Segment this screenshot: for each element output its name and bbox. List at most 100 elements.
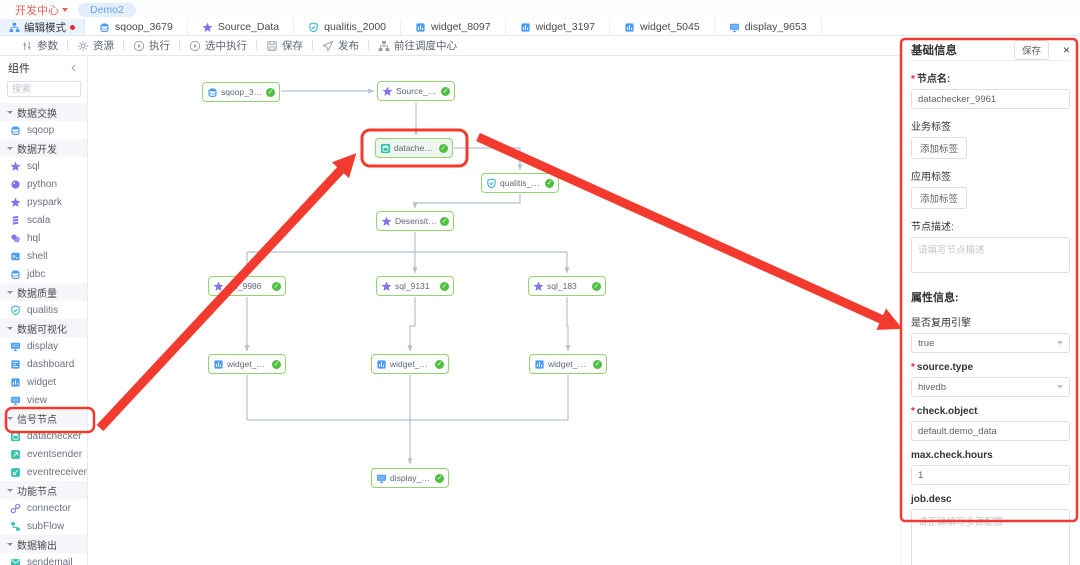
field-select[interactable]: true [911,333,1070,353]
field-check.object: *check.object [911,406,1070,441]
toolbar-play-button[interactable]: 执行 [124,38,179,53]
add-tag-button[interactable]: 添加标签 [911,187,967,209]
tab-edit-mode[interactable]: 编辑模式 [0,19,85,35]
app-switcher[interactable]: 开发中心 [15,2,68,18]
sidebar-item-jdbc[interactable]: jdbc [0,265,87,283]
field-textarea[interactable] [911,237,1070,273]
sidebar-item-python[interactable]: python [0,175,87,193]
close-icon[interactable]: × [1063,44,1070,56]
field-select[interactable]: hivedb [911,377,1070,397]
tab-widget_3197[interactable]: widget_3197 [506,19,611,35]
dag-node-sql_9986[interactable]: sql_9986✓ [208,276,286,296]
node-label: widget_8097 [227,359,269,369]
field-label: max.check.hours [911,450,1070,461]
sidebar-item-widget[interactable]: widget [0,373,87,391]
sidebar-item-sql[interactable]: sql [0,157,87,175]
item-label: sendemail [27,557,73,565]
dag-node-widget_3197[interactable]: widget_3197✓ [529,354,607,374]
field-input[interactable] [911,89,1070,109]
blob-icon [10,233,22,244]
chevron-down-icon [7,417,13,420]
sidebar-group-数据交换[interactable]: 数据交换 [0,103,87,121]
panel-save-button[interactable]: 保存 [1014,40,1049,60]
display-icon [376,473,387,484]
item-label: display [27,341,58,352]
star-icon [382,86,393,97]
toolbar-play-button[interactable]: 选中执行 [180,38,256,53]
tab-label: qualitis_2000 [324,21,386,33]
field-input[interactable] [911,465,1070,485]
sidebar-item-eventsender[interactable]: eventsender [0,445,87,463]
properties-panel: 基础信息 保存 × *节点名:业务标签添加标签应用标签添加标签节点描述:属性信息… [900,36,1080,565]
toolbar-save-button[interactable]: 保存 [257,38,312,53]
node-label: sql_183 [547,281,589,291]
tab-sqoop_3679[interactable]: sqoop_3679 [85,19,188,35]
send-icon [322,40,334,52]
sidebar-item-scala[interactable]: scala [0,211,87,229]
field-节点名: *节点名: [911,70,1070,109]
dag-node-widget_5045[interactable]: widget_5045✓ [371,354,449,374]
toolbar-label: 前往调度中心 [394,38,457,53]
chevron-down-icon [62,8,68,12]
dag-node-Source_Data[interactable]: Source_Data✓ [377,81,455,101]
toolbar-sitemap-button[interactable]: 前往调度中心 [369,38,466,53]
star-icon [533,281,544,292]
tab-widget_8097[interactable]: widget_8097 [401,19,506,35]
dag-node-widget_8097[interactable]: widget_8097✓ [208,354,286,374]
sidebar-item-qualitis[interactable]: qualitis [0,301,87,319]
field-textarea[interactable] [911,509,1070,565]
toolbar-label: 保存 [282,38,303,53]
sidebar-item-display[interactable]: display [0,337,87,355]
dag-node-datachecker[interactable]: datachecker...✓ [375,138,453,158]
dag-node-sql_9131[interactable]: sql_9131✓ [376,276,454,296]
dag-node-sqoop_3679[interactable]: sqoop_3679✓ [202,82,280,102]
item-label: eventsender [27,449,82,460]
sidebar-item-sqoop[interactable]: sqoop [0,121,87,139]
sidebar-item-connector[interactable]: connector [0,499,87,517]
tab-widget_5045[interactable]: widget_5045 [610,19,715,35]
component-search-input[interactable] [7,81,81,97]
dag-node-sql_183[interactable]: sql_183✓ [528,276,606,296]
dag-node-qualitis_2000[interactable]: qualitis_2000✓ [481,173,559,193]
group-label: 数据交换 [17,105,57,120]
item-label: python [27,179,57,190]
chevron-down-icon [1057,385,1063,389]
sidebar-item-hql[interactable]: hql [0,229,87,247]
add-tag-button[interactable]: 添加标签 [911,137,967,159]
dag-node-display_9653[interactable]: display_9653✓ [371,468,449,488]
sidebar-group-数据可视化[interactable]: 数据可视化 [0,319,87,337]
sidebar-group-数据输出[interactable]: 数据输出 [0,535,87,553]
toolbar-sliders-button[interactable]: 参数 [12,38,67,53]
sidebar-item-datachecker[interactable]: datachecker [0,427,87,445]
sidebar-item-shell[interactable]: shell [0,247,87,265]
dag-node-Desensitized[interactable]: Desensitized...✓ [376,211,454,231]
tab-Source_Data[interactable]: Source_Data [188,19,294,35]
required-asterisk: * [911,406,915,417]
sidebar-item-pyspark[interactable]: pyspark [0,193,87,211]
collapse-sidebar-icon[interactable] [69,63,79,73]
status-success-icon: ✓ [435,360,444,369]
sidebar-item-subFlow[interactable]: subFlow [0,517,87,535]
sidebar-item-sendemail[interactable]: sendemail [0,553,87,565]
component-groups: 数据交换sqoop数据开发 sql python pysparkscalahqlshe… [0,103,87,565]
toolbar-send-button[interactable]: 发布 [313,38,368,53]
workspace-tab[interactable]: Demo2 [78,3,136,17]
tab-display_9653[interactable]: display_9653 [715,19,822,35]
database-icon [207,87,218,98]
panel-fields: *节点名:业务标签添加标签应用标签添加标签节点描述:属性信息:是否复用引擎tru… [911,70,1070,565]
tab-label: widget_3197 [536,21,596,33]
gear-icon [77,40,89,52]
sidebar-group-数据开发[interactable]: 数据开发 [0,139,87,157]
sidebar-item-view[interactable]: view [0,391,87,409]
sidebar-group-数据质量[interactable]: 数据质量 [0,283,87,301]
sitemap-icon [9,22,20,33]
sidebar-item-eventreceiver[interactable]: eventreceiver [0,463,87,481]
toolbar-gear-button[interactable]: 资源 [68,38,123,53]
sidebar-group-信号节点[interactable]: 信号节点 [0,409,87,427]
field-input[interactable] [911,421,1070,441]
tab-qualitis_2000[interactable]: qualitis_2000 [294,19,401,35]
sidebar-group-功能节点[interactable]: 功能节点 [0,481,87,499]
item-label: sql [27,161,40,172]
field-label: *check.object [911,406,1070,417]
sidebar-item-dashboard[interactable]: dashboard [0,355,87,373]
